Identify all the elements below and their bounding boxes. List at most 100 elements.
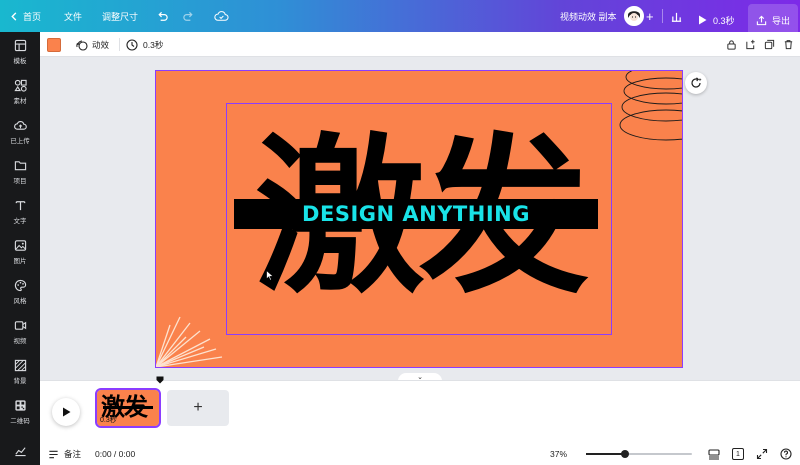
zoom-slider-handle[interactable] [621,450,630,458]
sidebar-item-label: 已上传 [10,138,30,145]
sidebar-item-photos[interactable]: 图片 [0,232,40,272]
play-duration: 0.3秒 [713,15,735,26]
sidebar-item-templates[interactable]: 模板 [0,32,40,72]
mouse-cursor-icon [266,270,274,281]
delete-page-button[interactable] [783,39,794,50]
page-thumbnail[interactable]: 激发 0.3秒 [95,388,161,428]
resize-button[interactable]: 调整尺寸 [102,0,138,32]
chevron-left-icon [11,11,17,21]
add-page-button[interactable]: + [167,390,229,426]
sidebar-item-label: 项目 [13,178,27,185]
video-icon [14,321,26,330]
avatar[interactable] [624,6,644,26]
sidebar-item-charts[interactable] [0,432,40,465]
undo-button[interactable] [156,0,169,32]
redo-icon [183,11,193,21]
design-page[interactable]: 激发 DESIGN ANYTHING [155,70,683,368]
fullscreen-button[interactable] [756,448,768,460]
lock-button[interactable] [726,39,737,50]
sidebar-item-label: 背景 [13,378,27,385]
animate-icon [76,39,88,51]
file-label: 文件 [64,11,83,22]
timeline-play-button[interactable] [52,398,80,426]
trash-icon [784,40,793,50]
style-icon [14,279,26,292]
bottom-bar: 备注 0:00 / 0:00 37% 1 [40,443,800,465]
sidebar-item-label: 风格 [13,298,27,305]
refresh-design-button[interactable] [685,72,707,94]
grid-view-button[interactable] [708,448,720,460]
sidebar-item-text[interactable]: 文字 [0,192,40,232]
cloud-check-icon [214,11,229,21]
selection-outline [226,103,612,335]
insights-button[interactable] [671,0,682,32]
add-page-top-button[interactable] [745,39,756,50]
sidebar-item-backgrounds[interactable]: 背景 [0,352,40,392]
top-bar: 首页 文件 调整尺寸 视频动效 副本 + 0.3秒 导出 [0,0,800,36]
help-button[interactable] [780,448,792,460]
plus-icon: + [646,8,654,24]
template-icon [14,39,26,52]
zoom-slider[interactable] [586,450,692,458]
duration-button[interactable]: 0.3秒 [126,32,163,57]
plus-icon: + [193,399,203,416]
duration-label: 0.3秒 [143,39,164,50]
canvas-area: 激发 DESIGN ANYTHING ⌄ [40,57,800,381]
spiral-rings-decoration [619,71,682,141]
duplicate-page-button[interactable] [764,39,775,50]
qr-icon [14,400,26,411]
play-icon [699,15,707,25]
left-sidebar: 模板 素材 已上传 项目 文字 图片 风格 视频 背景 二维码 [0,32,40,465]
export-label: 导出 [772,15,791,26]
notes-icon [49,450,58,458]
fullscreen-icon [756,448,768,460]
sidebar-item-projects[interactable]: 项目 [0,152,40,192]
playhead-marker-icon[interactable] [156,376,164,384]
file-menu-button[interactable]: 文件 [64,0,82,32]
folder-icon [14,161,26,171]
background-icon [14,359,26,372]
sidebar-item-label: 视频 [13,338,27,345]
resize-label: 调整尺寸 [102,11,139,22]
duplicate-icon [764,39,775,50]
help-icon [780,448,792,460]
editor-app: 首页 文件 调整尺寸 视频动效 副本 + 0.3秒 导出 模板 素材 已上传 项… [0,0,800,465]
sidebar-item-elements[interactable]: 素材 [0,72,40,112]
zoom-slider-fill [586,453,626,455]
sidebar-item-qrcode[interactable]: 二维码 [0,392,40,432]
clock-icon [126,38,138,51]
page-count-button[interactable]: 1 [732,448,744,460]
toolbar-divider [119,38,120,51]
sidebar-item-styles[interactable]: 风格 [0,272,40,312]
thumbnail-duration: 0.3秒 [100,417,117,424]
save-status-button[interactable] [214,0,229,32]
notes-button[interactable]: 备注 [48,443,81,465]
sidebar-item-uploads[interactable]: 已上传 [0,112,40,152]
sidebar-item-label: 文字 [13,218,27,225]
image-icon [14,240,26,251]
view-controls: 1 [708,443,792,465]
toolbar-divider [662,9,663,23]
zoom-level-text: 37% [550,449,568,459]
upload-share-icon [756,15,767,25]
grid-view-icon [708,449,720,460]
share-add-button[interactable]: + [646,0,654,32]
animate-button[interactable]: 动效 [76,32,109,57]
home-label: 首页 [23,11,42,22]
sidebar-item-videos[interactable]: 视频 [0,312,40,352]
design-title[interactable]: 视频动效 副本 [560,0,617,32]
background-color-swatch[interactable] [47,38,61,52]
zoom-level[interactable]: 37% [550,443,567,465]
sidebar-item-label: 二维码 [10,418,30,425]
design-title-text: 视频动效 副本 [560,11,617,22]
bar-chart-icon [671,12,682,22]
play-icon [62,407,70,417]
text-icon [15,201,25,211]
time-readout-text: 0:00 / 0:00 [95,449,136,459]
undo-icon [158,11,168,21]
home-button[interactable]: 首页 [10,0,41,32]
lock-icon [727,40,736,50]
refresh-sparkle-icon [691,77,702,88]
redo-button[interactable] [182,0,195,32]
add-page-icon [746,39,755,50]
